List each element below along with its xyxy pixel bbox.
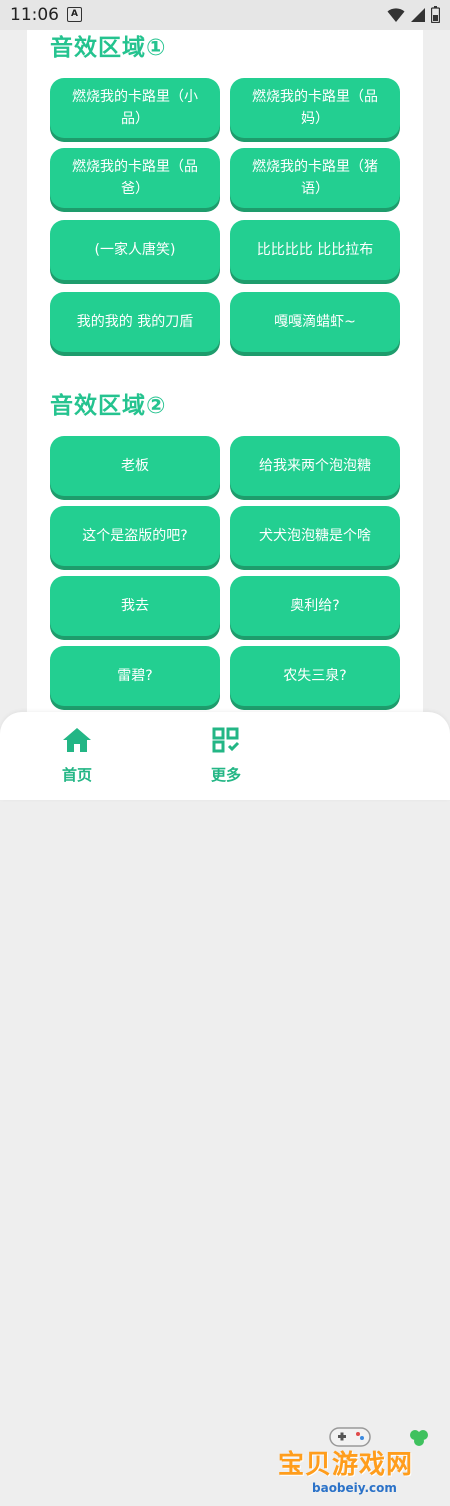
sound-button[interactable]: 嘎嘎滴蜡虾~ [230, 292, 400, 352]
bottom-nav: 首页 更多 宝贝游戏网 baobeiy.com [0, 712, 450, 1495]
sound-button[interactable]: 燃烧我的卡路里（小品） [50, 78, 220, 138]
home-icon [63, 728, 91, 752]
sound-button[interactable]: (一家人唐笑) [50, 220, 220, 280]
sound-button[interactable]: 比比比比 比比拉布 [230, 220, 400, 280]
sound-button[interactable]: 燃烧我的卡路里（品妈） [230, 78, 400, 138]
sound-button[interactable]: 给我来两个泡泡糖 [230, 436, 400, 496]
sound-button[interactable]: 老板 [50, 436, 220, 496]
watermark-text: 宝贝游戏网 [278, 1450, 414, 1480]
section-title-1: 音效区域① [50, 35, 167, 61]
watermark-url: baobeiy.com [312, 1481, 397, 1495]
wifi-icon [387, 7, 405, 22]
sound-button[interactable]: 我的我的 我的刀盾 [50, 292, 220, 352]
sound-button[interactable]: 奥利给? [230, 576, 400, 636]
battery-icon [431, 6, 440, 23]
status-time: 11:06 [10, 5, 59, 25]
signal-icon [411, 7, 425, 22]
status-bar: 11:06 A [0, 0, 450, 30]
notification-icon: A [67, 7, 82, 22]
section-title-2: 音效区域② [50, 393, 167, 419]
status-icons [387, 6, 440, 23]
sound-button[interactable]: 犬犬泡泡糖是个啥 [230, 506, 400, 566]
nav-more[interactable]: 更多 [186, 726, 266, 785]
sound-button[interactable]: 雷碧? [50, 646, 220, 706]
sound-button[interactable]: 燃烧我的卡路里（品爸） [50, 148, 220, 208]
more-grid-icon [212, 727, 240, 753]
sound-button[interactable]: 这个是盗版的吧? [50, 506, 220, 566]
sound-button[interactable]: 农失三泉? [230, 646, 400, 706]
sound-button[interactable]: 我去 [50, 576, 220, 636]
nav-home[interactable]: 首页 [37, 726, 117, 785]
sound-board: 音效区域① 燃烧我的卡路里（小品） 燃烧我的卡路里（品妈） 燃烧我的卡路里（品爸… [27, 30, 423, 720]
nav-home-label: 首页 [61, 766, 92, 784]
sound-button[interactable]: 燃烧我的卡路里（猪语） [230, 148, 400, 208]
watermark-logo: 宝贝游戏网 baobeiy.com [276, 1427, 448, 1506]
nav-more-label: 更多 [210, 766, 241, 784]
